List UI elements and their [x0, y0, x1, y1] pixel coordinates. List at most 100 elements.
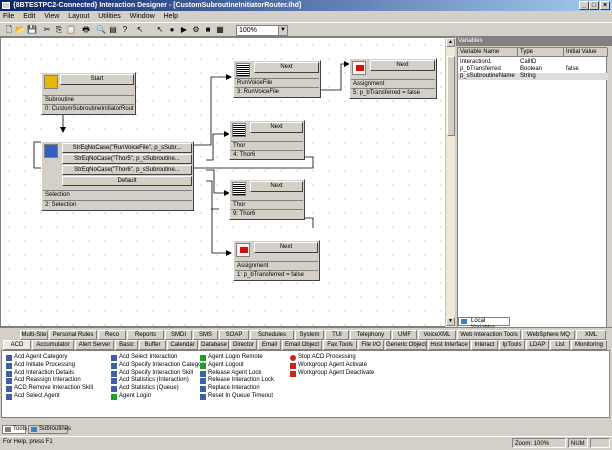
list-item[interactable]: Workgroup Agent Activate: [289, 362, 374, 370]
tab-acd[interactable]: ACD: [3, 340, 31, 350]
tab-generic-object[interactable]: Generic Object: [385, 340, 427, 350]
new-file-icon[interactable]: 🗋: [4, 25, 14, 35]
help-icon[interactable]: ?: [120, 25, 130, 35]
stop-icon[interactable]: ■: [203, 25, 213, 35]
list-item[interactable]: Agent Login Remote: [199, 354, 274, 362]
print-icon[interactable]: 🖶: [81, 25, 91, 35]
exit-thor6[interactable]: StrEqNoCase("Thor6", p_sSubroutine...: [62, 165, 192, 175]
list-item[interactable]: Acd Select Agent: [5, 393, 93, 401]
runvoicefile-next-button[interactable]: Next: [254, 62, 319, 73]
debug-icon[interactable]: ⚙: [191, 25, 201, 35]
scroll-down-icon[interactable]: ▼: [446, 317, 455, 326]
tab-email-object[interactable]: Email Object: [282, 340, 322, 350]
save-icon[interactable]: 💾: [27, 25, 37, 35]
tab-telephony[interactable]: Telephony: [350, 330, 391, 340]
zoom-select[interactable]: 100% ▼: [236, 25, 288, 36]
tab-list[interactable]: List: [550, 340, 570, 350]
tab-calendar[interactable]: Calendar: [167, 340, 198, 350]
table-row[interactable]: p_sSubroutineName String: [458, 73, 608, 80]
tab-database[interactable]: Database: [199, 340, 229, 350]
paste-icon[interactable]: 📋: [66, 25, 76, 35]
tab-local-variables[interactable]: Local Variables: [458, 317, 510, 331]
menu-file[interactable]: File: [3, 13, 14, 20]
tab-iptools[interactable]: IpTools: [499, 340, 525, 350]
scroll-up-icon[interactable]: ▲: [446, 38, 455, 47]
exit-thor5[interactable]: StrEqNoCase("Thor5", p_sSubroutine...: [62, 154, 192, 164]
tab-tools[interactable]: Tools: [2, 425, 27, 434]
run-icon[interactable]: ▶: [179, 25, 189, 35]
tab-buffer[interactable]: Buffer: [139, 340, 166, 350]
tab-tui[interactable]: TUI: [325, 330, 349, 340]
maximize-button[interactable]: □: [589, 1, 599, 10]
menu-help[interactable]: Help: [164, 13, 178, 20]
pointer-icon[interactable]: ↖: [135, 25, 145, 35]
menu-view[interactable]: View: [44, 13, 59, 20]
menu-edit[interactable]: Edit: [23, 13, 35, 20]
scroll-thumb[interactable]: [447, 56, 455, 136]
list-item[interactable]: Acd Specify Interaction Skill: [110, 370, 206, 378]
tab-smdi[interactable]: SMDI: [165, 330, 192, 340]
list-item[interactable]: Stop ACD Processing: [289, 354, 374, 362]
tab-ldap[interactable]: LDAP: [526, 340, 549, 350]
tab-email[interactable]: Email: [258, 340, 281, 350]
col-type[interactable]: Type: [518, 48, 564, 57]
list-item[interactable]: Release Agent Lock: [199, 370, 274, 378]
tab-multi-site[interactable]: Multi-Site: [20, 330, 48, 340]
tab-host-interface[interactable]: Host Interface: [428, 340, 470, 350]
cut-icon[interactable]: ✂: [42, 25, 52, 35]
chevron-down-icon[interactable]: ▼: [278, 26, 287, 35]
table-row[interactable]: Interaction1 CallID: [458, 59, 608, 66]
tab-director[interactable]: Director: [230, 340, 257, 350]
start-node[interactable]: Start Subroutine 0: CustomSubroutineInit…: [41, 72, 136, 115]
tab-websphere-mq[interactable]: WebSphere MQ: [522, 330, 575, 340]
tab-fax-tools[interactable]: Fax Tools: [323, 340, 357, 350]
tab-file-io[interactable]: File I/O: [358, 340, 384, 350]
find-icon[interactable]: 🔍: [96, 25, 106, 35]
list-item[interactable]: Reset In Queue Timeout: [199, 393, 274, 401]
open-folder-icon[interactable]: 📂: [15, 25, 25, 35]
tab-voicexml[interactable]: VoiceXML: [418, 330, 456, 340]
start-button[interactable]: Start: [60, 74, 134, 85]
list-item[interactable]: Acd Reassign Interaction: [5, 377, 93, 385]
publish-icon[interactable]: ●: [167, 25, 177, 35]
thor9-node[interactable]: Next Thor 9: Thor6: [229, 179, 305, 220]
canvas-scrollbar[interactable]: ▲ ▼: [445, 38, 455, 327]
list-item[interactable]: Replace Interaction: [199, 385, 274, 393]
tab-schedules[interactable]: Schedules: [250, 330, 294, 340]
menu-window[interactable]: Window: [130, 13, 155, 20]
table-row[interactable]: p_bTransferred Boolean false: [458, 66, 608, 73]
list-item[interactable]: Acd Select Interaction: [110, 354, 206, 362]
list-item[interactable]: Acd Statistics (Queue): [110, 385, 206, 393]
list-item[interactable]: Acd Agent Category: [5, 354, 93, 362]
properties-icon[interactable]: ▤: [108, 25, 118, 35]
list-item[interactable]: Acd Interaction Details: [5, 370, 93, 378]
tab-web-interaction-tools[interactable]: Web Interaction Tools: [457, 330, 521, 340]
assignment1-next-button[interactable]: Next: [254, 242, 318, 253]
thor4-next-button[interactable]: Next: [250, 122, 303, 133]
exit-runvoicefile[interactable]: StrEqNoCase("RunVoiceFile", p_sSubr...: [62, 143, 192, 153]
variables-grid[interactable]: Variable Name Type Initial Value Interac…: [457, 47, 608, 342]
selection-node[interactable]: StrEqNoCase("RunVoiceFile", p_sSubr... S…: [41, 141, 194, 211]
list-item[interactable]: Workgroup Agent Deactivate: [289, 370, 374, 378]
menu-layout[interactable]: Layout: [68, 13, 89, 20]
tab-sms[interactable]: SMS: [193, 330, 218, 340]
tab-alert-server[interactable]: Alert Server: [75, 340, 114, 350]
tab-interact[interactable]: Interact: [471, 340, 498, 350]
list-item[interactable]: Agent Logout: [199, 362, 274, 370]
col-variable-name[interactable]: Variable Name: [458, 48, 518, 57]
menu-utilities[interactable]: Utilities: [98, 13, 121, 20]
thor9-next-button[interactable]: Next: [250, 181, 303, 192]
tab-subroutines[interactable]: Subroutines: [28, 425, 71, 434]
assignment5-next-button[interactable]: Next: [370, 60, 435, 71]
tab-soap[interactable]: SOAP: [219, 330, 249, 340]
list-item[interactable]: Release Interaction Lock: [199, 377, 274, 385]
pointer-tool-icon[interactable]: ↖: [155, 25, 165, 35]
list-item[interactable]: Acd Statistics (Interaction): [110, 377, 206, 385]
list-item[interactable]: ACD Remove Interaction Skill: [5, 385, 93, 393]
tab-basic[interactable]: Basic: [115, 340, 138, 350]
tab-umf[interactable]: UMF: [392, 330, 417, 340]
thor4-node[interactable]: Next Thor 4: Thor6: [229, 120, 305, 160]
tab-personal-rules[interactable]: Personal Rules: [49, 330, 97, 340]
assignment5-node[interactable]: Next Assignment 5: p_bTransferred = fals…: [349, 58, 437, 99]
close-button[interactable]: ×: [600, 1, 610, 10]
